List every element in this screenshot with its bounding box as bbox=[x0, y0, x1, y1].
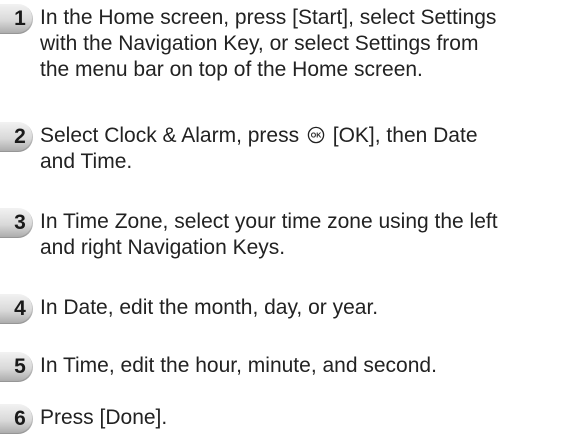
step-text: In the Home screen, press [Start], selec… bbox=[40, 5, 560, 83]
step-text-fragment: [OK], then Date bbox=[326, 124, 478, 147]
step-text-line: In Time Zone, select your time zone usin… bbox=[40, 210, 498, 233]
step-text-line: and right Navigation Keys. bbox=[40, 236, 286, 259]
step-number: 5 bbox=[14, 355, 26, 378]
step-number-badge: 2 bbox=[0, 122, 33, 152]
step-text-line: Select Clock & Alarm, press OK [OK], the… bbox=[40, 123, 560, 149]
ok-key-icon: OK bbox=[307, 126, 325, 144]
step-number-badge: 3 bbox=[0, 208, 33, 238]
step-number: 2 bbox=[14, 125, 26, 148]
step-text: In Time, edit the hour, minute, and seco… bbox=[40, 353, 560, 379]
step-text-line: Press [Done]. bbox=[40, 406, 168, 429]
step-number-badge: 6 bbox=[0, 404, 33, 434]
instruction-steps: 1 In the Home screen, press [Start], sel… bbox=[0, 0, 566, 434]
step-text-line: In the Home screen, press [Start], selec… bbox=[40, 6, 497, 29]
step-number: 6 bbox=[14, 407, 26, 430]
step-number-badge: 5 bbox=[0, 352, 33, 382]
step-number-badge: 1 bbox=[0, 4, 33, 34]
step-text: Press [Done]. bbox=[40, 405, 560, 431]
ok-key-icon-label: OK bbox=[311, 133, 322, 140]
step-number-badge: 4 bbox=[0, 294, 33, 324]
step-number: 3 bbox=[14, 211, 26, 234]
step-text-line: the menu bar on top of the Home screen. bbox=[40, 58, 423, 81]
step-number: 4 bbox=[14, 297, 26, 320]
step-text: In Time Zone, select your time zone usin… bbox=[40, 209, 560, 261]
step-text-line: with the Navigation Key, or select Setti… bbox=[40, 32, 479, 55]
step-text-line: In Date, edit the month, day, or year. bbox=[40, 296, 379, 319]
step-text-line: In Time, edit the hour, minute, and seco… bbox=[40, 354, 437, 377]
step-text: Select Clock & Alarm, press OK [OK], the… bbox=[40, 123, 560, 175]
step-text-fragment: Select Clock & Alarm, press bbox=[40, 124, 305, 147]
step-text-line: and Time. bbox=[40, 150, 133, 173]
step-number: 1 bbox=[14, 7, 26, 30]
step-text: In Date, edit the month, day, or year. bbox=[40, 295, 560, 321]
